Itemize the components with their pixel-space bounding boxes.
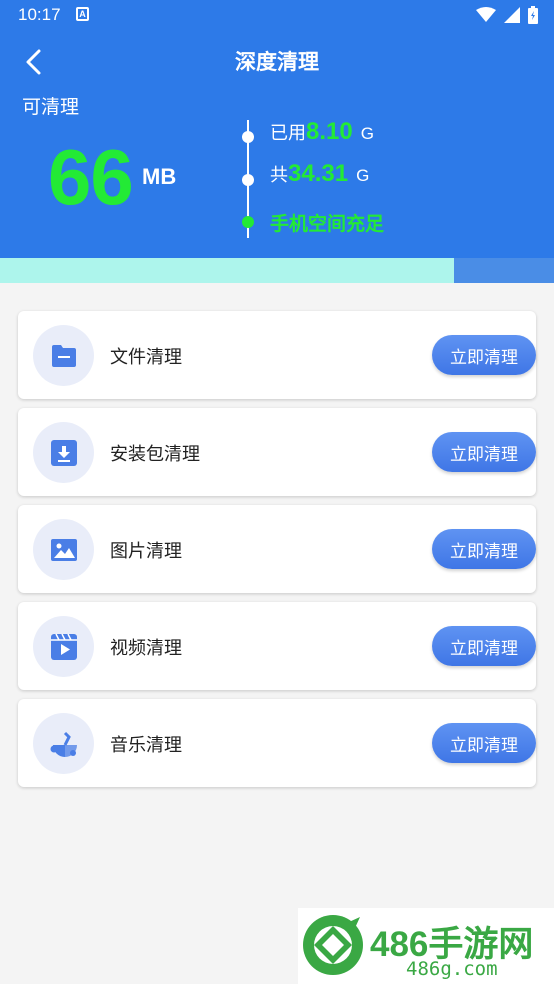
storage-progress-fill — [0, 258, 454, 283]
cleanable-value: 66 — [48, 133, 134, 221]
item-label: 安装包清理 — [110, 444, 200, 465]
used-label: 已用 — [270, 123, 306, 144]
storage-status-message: 手机空间充足 — [270, 213, 385, 235]
download-package-icon — [33, 422, 94, 483]
cleanable-unit: MB — [142, 164, 177, 189]
music-icon — [33, 713, 94, 774]
header: 10:17 A 深度清理 可清理 66 MB 已用 8.10 G 共 34.31… — [0, 0, 554, 258]
item-label: 音乐清理 — [110, 735, 182, 756]
status-time: 10:17 — [18, 5, 61, 24]
clean-now-button[interactable]: 立即清理 — [432, 723, 536, 763]
clean-now-button[interactable]: 立即清理 — [432, 529, 536, 569]
watermark-logo-icon — [303, 915, 363, 975]
list-item: 图片清理 立即清理 — [18, 505, 536, 593]
cleanable-label: 可清理 — [22, 96, 80, 118]
clean-now-button[interactable]: 立即清理 — [432, 335, 536, 375]
list-item: 音乐清理 立即清理 — [18, 699, 536, 787]
watermark: 486手游网 486g.com — [298, 908, 554, 984]
timeline-dot-total — [242, 174, 254, 186]
page-title: 深度清理 — [235, 50, 319, 74]
item-label: 图片清理 — [110, 541, 182, 562]
timeline-dot-used — [242, 131, 254, 143]
video-icon — [33, 616, 94, 677]
clean-now-button[interactable]: 立即清理 — [432, 432, 536, 472]
notification-a-icon: A — [76, 7, 89, 21]
signal-icon — [504, 7, 520, 23]
list-item: 视频清理 立即清理 — [18, 602, 536, 690]
wifi-icon — [476, 7, 496, 22]
watermark-url: 486g.com — [406, 958, 498, 980]
timeline-dot-status — [242, 216, 254, 228]
used-storage: 已用 8.10 G — [270, 118, 374, 146]
total-label: 共 — [270, 165, 288, 186]
clean-now-button[interactable]: 立即清理 — [432, 626, 536, 666]
total-storage: 共 34.31 G — [270, 160, 369, 188]
item-label: 视频清理 — [110, 638, 182, 659]
list-item: 安装包清理 立即清理 — [18, 408, 536, 496]
total-unit: G — [356, 166, 370, 185]
total-value: 34.31 — [288, 160, 349, 187]
used-value: 8.10 — [306, 118, 353, 145]
image-icon — [33, 519, 94, 580]
used-unit: G — [360, 124, 374, 143]
status-icons — [476, 6, 538, 24]
folder-icon — [33, 325, 94, 386]
item-label: 文件清理 — [110, 347, 182, 368]
status-bar: 10:17 A — [0, 0, 554, 30]
list-item: 文件清理 立即清理 — [18, 311, 536, 399]
battery-icon — [528, 6, 538, 24]
storage-progress-bar — [0, 258, 554, 283]
